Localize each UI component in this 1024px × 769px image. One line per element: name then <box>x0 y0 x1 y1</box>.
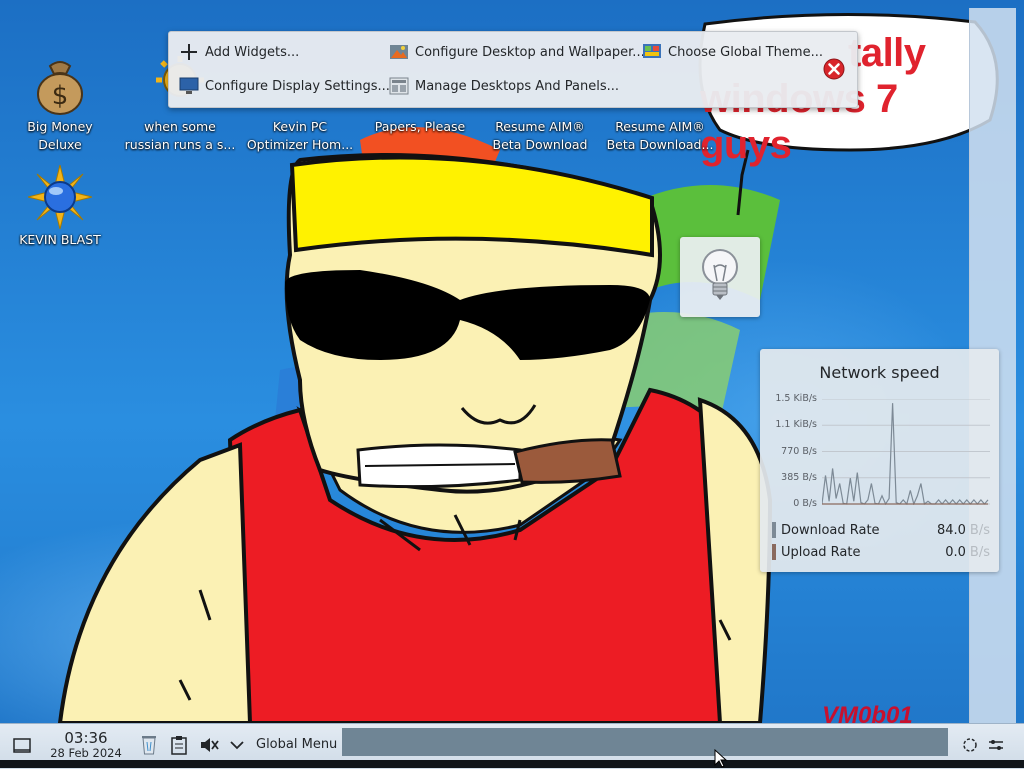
recycle-bin-button[interactable] <box>136 730 162 758</box>
manage-desktops-button[interactable]: Manage Desktops And Panels... <box>389 75 619 97</box>
system-tray-expand-button[interactable] <box>226 732 248 758</box>
desktop-icon-label: when some <box>144 119 216 134</box>
desktop-icon-label: Resume AIM® <box>495 119 585 134</box>
panel-settings-icon <box>989 740 1003 750</box>
network-speed-widget[interactable]: Network speed 1.5 KiB/s 1.1 KiB/s 770 B/s 3… <box>760 349 999 572</box>
kevin-blast-sun-icon <box>27 164 93 230</box>
upload-rate-row: Upload Rate 0.0 B/s <box>772 543 990 561</box>
desktop-icon-label: Kevin PC <box>272 119 328 134</box>
chevron-down-icon <box>230 741 244 750</box>
desktop-icon-label: Beta Download... <box>606 137 714 152</box>
desktop-icon-label: Optimizer Hom... <box>246 137 354 152</box>
desktop-icon-label: Beta Download <box>492 137 588 152</box>
choose-global-theme-label: Choose Global Theme... <box>668 44 823 60</box>
configure-display-button[interactable]: Configure Display Settings... <box>179 75 390 97</box>
speaker-muted-icon <box>201 738 219 752</box>
close-toolbox-button[interactable] <box>823 58 845 80</box>
y-tick-label: 770 B/s <box>781 445 817 457</box>
wallpaper-settings-icon <box>389 42 409 62</box>
upload-rate-label: Upload Rate <box>781 544 861 560</box>
desktop-icon-label: Resume AIM® <box>615 119 705 134</box>
desktop-icon-label: KEVIN BLAST <box>19 232 101 247</box>
y-tick-label: 1.5 KiB/s <box>775 393 817 404</box>
desktop-icon-label: Deluxe <box>38 137 82 152</box>
desktop-icon-label: russian runs a s... <box>124 137 236 152</box>
desktop-icon-label: Papers, Please <box>374 119 466 134</box>
y-tick-label: 1.1 KiB/s <box>775 419 817 431</box>
clipboard-button[interactable] <box>166 732 192 758</box>
display-icon <box>179 76 199 96</box>
download-legend-swatch <box>772 522 776 538</box>
configure-display-label: Configure Display Settings... <box>205 78 390 94</box>
mouse-cursor-icon <box>714 749 728 768</box>
lightbulb-icon <box>702 249 738 300</box>
show-desktop-icon <box>13 738 31 753</box>
money-bag-icon: $ <box>28 52 92 116</box>
configure-desktop-button[interactable]: Configure Desktop and Wallpaper... <box>389 41 645 63</box>
network-widget-title: Network speed <box>819 363 940 382</box>
lightbulb-widget[interactable] <box>680 237 760 317</box>
manage-desktops-label: Manage Desktops And Panels... <box>415 78 620 94</box>
series-line-0 <box>822 403 989 505</box>
show-desktop-button[interactable] <box>8 732 36 760</box>
volume-muted-button[interactable] <box>196 732 222 758</box>
upload-rate-unit: B/s <box>969 544 990 560</box>
desktop-icon-label: Big Money <box>27 119 93 134</box>
download-rate-row: Download Rate 84.0 B/s <box>772 521 990 539</box>
recycle-bin-icon <box>142 736 156 755</box>
task-manager-area[interactable] <box>342 728 948 756</box>
add-widgets-button[interactable]: Add Widgets... <box>179 41 299 63</box>
desktop-icon-kevin-blast[interactable]: KEVIN BLAST <box>4 164 116 249</box>
download-rate-label: Download Rate <box>781 522 880 538</box>
upload-legend-swatch <box>772 544 776 560</box>
clock-date: 28 Feb 2024 <box>50 746 122 760</box>
panels-icon <box>389 76 409 96</box>
global-menu-button[interactable]: Global Menu <box>250 730 343 758</box>
configure-desktop-label: Configure Desktop and Wallpaper... <box>415 44 645 60</box>
choose-global-theme-button[interactable]: Choose Global Theme... <box>642 41 823 63</box>
network-chart <box>822 399 990 505</box>
panel-settings-button[interactable] <box>984 732 1008 758</box>
clock-time: 03:36 <box>64 729 108 747</box>
y-tick-label: 385 B/s <box>781 471 817 483</box>
theme-icon <box>642 42 662 62</box>
close-icon <box>823 58 845 80</box>
y-tick-label: 0 B/s <box>793 498 817 509</box>
screen-bottom-strip <box>0 760 1024 768</box>
desktop-toolbox: Add Widgets... Configure Desktop and Wal… <box>168 31 858 108</box>
svg-text:$: $ <box>52 81 69 111</box>
clipboard-icon <box>171 736 187 755</box>
add-widgets-label: Add Widgets... <box>205 44 300 60</box>
download-rate-value: 84.0 <box>936 522 966 538</box>
upload-rate-value: 0.0 <box>945 544 966 560</box>
plus-icon <box>179 42 199 62</box>
download-rate-unit: B/s <box>969 522 990 538</box>
activity-switcher-button[interactable] <box>958 732 982 758</box>
activity-icon <box>963 738 977 752</box>
desktop-icon-big-money-deluxe[interactable]: $ Big Money Deluxe <box>4 52 116 154</box>
